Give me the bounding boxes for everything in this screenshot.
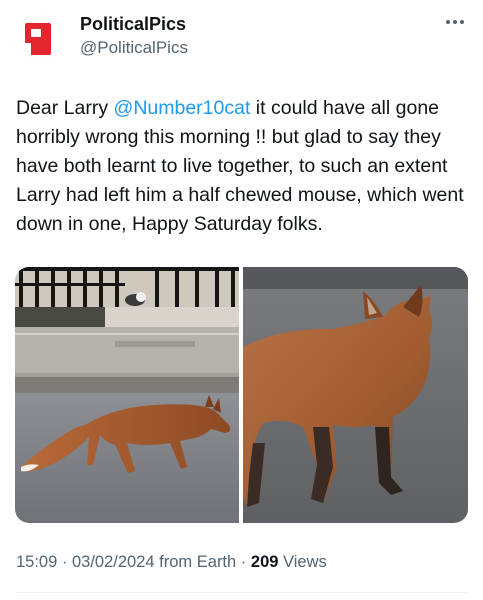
display-name[interactable]: PoliticalPics xyxy=(80,14,186,35)
tweet-time[interactable]: 15:09 xyxy=(16,553,57,571)
tweet-meta: 15:09 · 03/02/2024 from Earth · 209 View… xyxy=(16,553,327,572)
fox-closeup-photo[interactable] xyxy=(243,267,468,523)
fox-walking-street-photo[interactable] xyxy=(15,267,239,523)
user-handle[interactable]: @PoliticalPics xyxy=(80,38,188,58)
tweet-text: Dear Larry @Number10cat it could have al… xyxy=(16,94,471,239)
tweet-text-part: Dear Larry xyxy=(16,97,114,119)
views-label: Views xyxy=(283,553,327,571)
avatar[interactable] xyxy=(14,14,64,64)
tweet-source: from Earth xyxy=(159,553,237,571)
political-pics-logo-icon xyxy=(14,14,64,64)
meta-separator: · xyxy=(61,553,68,571)
divider xyxy=(16,592,467,593)
tweet-date[interactable]: 03/02/2024 xyxy=(72,553,155,571)
views-count[interactable]: 209 xyxy=(251,553,279,571)
meta-separator: · xyxy=(240,553,247,571)
tweet-header: PoliticalPics @PoliticalPics xyxy=(0,0,483,80)
more-options-icon[interactable] xyxy=(443,14,467,30)
mention-link[interactable]: @Number10cat xyxy=(114,97,251,119)
media-grid xyxy=(15,267,468,523)
